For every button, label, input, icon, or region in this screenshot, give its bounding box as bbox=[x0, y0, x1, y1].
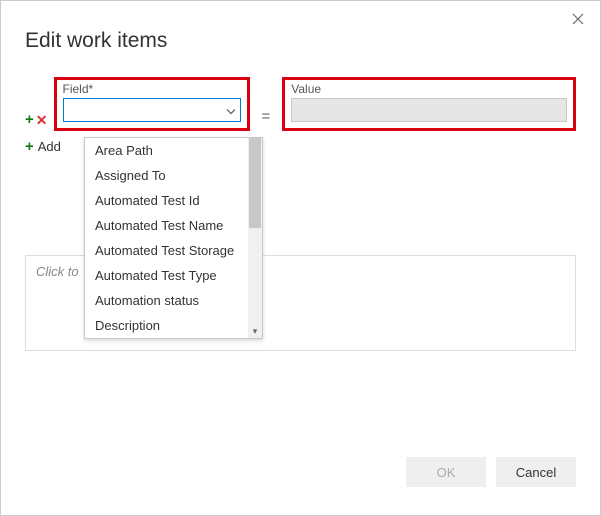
clause-row: + ✕ Field* = Value bbox=[25, 77, 576, 131]
add-clause-label: Add bbox=[38, 139, 61, 154]
scroll-down-icon[interactable]: ▾ bbox=[248, 324, 262, 338]
dropdown-option[interactable]: Automated Test Name bbox=[85, 213, 262, 238]
plus-icon: + bbox=[25, 139, 34, 154]
row-actions: + ✕ bbox=[25, 112, 48, 131]
field-label: Field* bbox=[63, 82, 241, 96]
dropdown-option[interactable]: Area Path bbox=[85, 138, 262, 163]
value-label: Value bbox=[291, 82, 567, 96]
equals-sign: = bbox=[256, 108, 277, 131]
close-icon bbox=[572, 13, 584, 25]
cancel-button[interactable]: Cancel bbox=[496, 457, 576, 487]
ok-button[interactable]: OK bbox=[406, 457, 486, 487]
edit-work-items-dialog: Edit work items + ✕ Field* = Value bbox=[0, 0, 601, 516]
scrollbar-thumb[interactable] bbox=[249, 138, 261, 228]
insert-clause-button[interactable]: + bbox=[25, 112, 34, 127]
dropdown-option[interactable]: Automated Test Type bbox=[85, 263, 262, 288]
remove-clause-button[interactable]: ✕ bbox=[36, 113, 48, 127]
value-column: Value bbox=[282, 77, 576, 131]
field-dropdown-list: Area Path Assigned To Automated Test Id … bbox=[85, 138, 262, 338]
value-input[interactable] bbox=[291, 98, 567, 122]
dropdown-scrollbar[interactable]: ▾ bbox=[248, 138, 262, 338]
dropdown-option[interactable]: Automated Test Storage bbox=[85, 238, 262, 263]
dialog-title: Edit work items bbox=[1, 1, 600, 53]
field-combobox[interactable] bbox=[63, 98, 241, 122]
dropdown-option[interactable]: Assigned To bbox=[85, 163, 262, 188]
dropdown-option[interactable]: Automated Test Id bbox=[85, 188, 262, 213]
dropdown-option[interactable]: Description bbox=[85, 313, 262, 338]
clause-rows: + ✕ Field* = Value bbox=[1, 53, 600, 131]
close-button[interactable] bbox=[568, 9, 588, 29]
dialog-buttons: OK Cancel bbox=[406, 457, 576, 487]
field-dropdown[interactable]: Area Path Assigned To Automated Test Id … bbox=[84, 137, 263, 339]
notes-placeholder: Click to bbox=[36, 264, 79, 279]
field-column: Field* bbox=[54, 77, 250, 131]
field-input[interactable] bbox=[64, 99, 240, 121]
dropdown-option[interactable]: Automation status bbox=[85, 288, 262, 313]
